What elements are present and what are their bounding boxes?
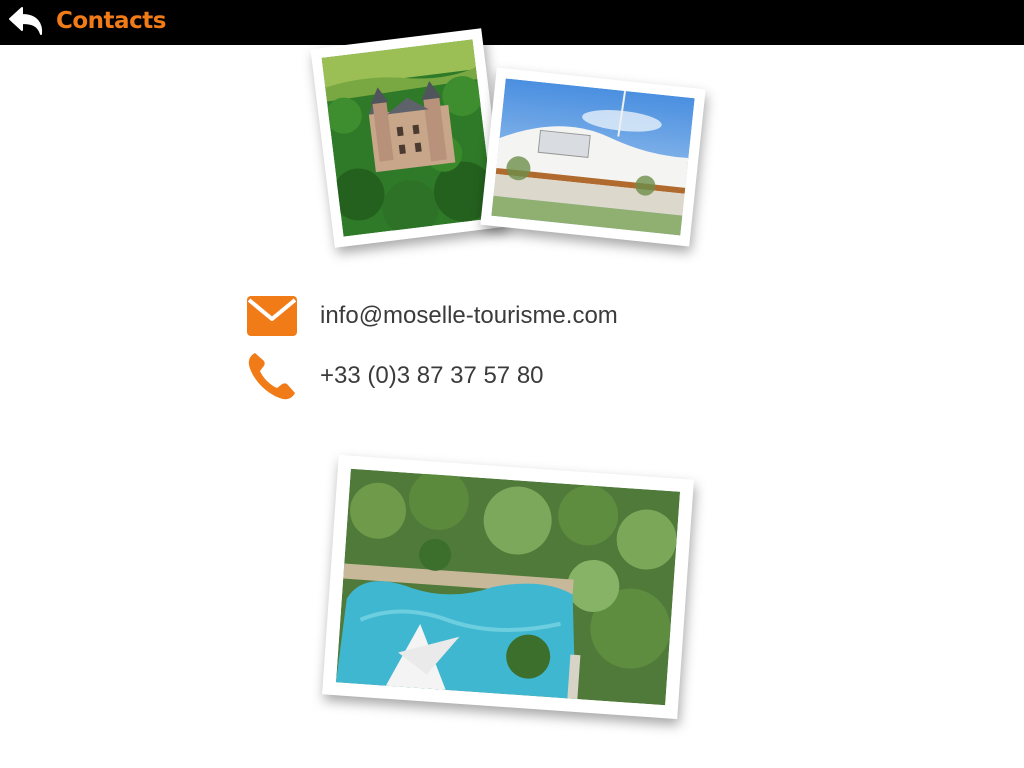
- castle-photo: [310, 28, 506, 248]
- phone-row[interactable]: +33 (0)3 87 37 57 80: [246, 350, 544, 402]
- envelope-icon: [246, 290, 298, 342]
- email-row[interactable]: info@moselle-tourisme.com: [246, 290, 618, 342]
- page-title: Contacts: [56, 8, 166, 34]
- museum-photo: [480, 67, 706, 247]
- phone-icon: [246, 350, 298, 402]
- back-arrow-icon: [8, 7, 48, 44]
- pool-photo: [322, 454, 694, 720]
- back-button[interactable]: [8, 6, 48, 40]
- phone-link[interactable]: +33 (0)3 87 37 57 80: [320, 362, 544, 390]
- top-bar: Contacts: [0, 0, 1024, 45]
- email-link[interactable]: info@moselle-tourisme.com: [320, 302, 618, 330]
